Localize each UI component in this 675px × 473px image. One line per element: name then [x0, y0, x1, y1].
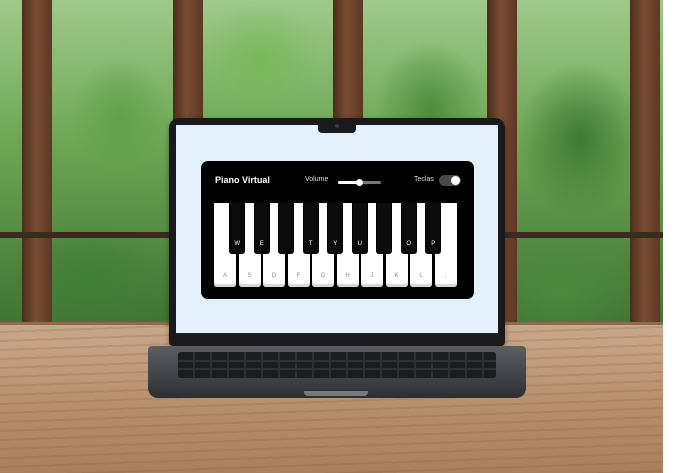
- black-key-label: W: [234, 241, 241, 247]
- volume-slider[interactable]: [338, 179, 381, 186]
- window-post: [630, 0, 660, 330]
- black-key-label: Y: [333, 241, 338, 247]
- window-post: [22, 0, 52, 330]
- black-key-label: E: [259, 241, 264, 247]
- keys-toggle[interactable]: [439, 175, 461, 186]
- black-key-label: T: [308, 241, 313, 247]
- black-key[interactable]: U: [352, 203, 367, 253]
- toggle-knob: [451, 176, 460, 185]
- white-key-label: D: [271, 273, 277, 279]
- black-key-label: O: [406, 241, 412, 247]
- black-key[interactable]: T: [303, 203, 318, 253]
- black-key-label: U: [357, 241, 362, 247]
- laptop-keyboard: [178, 352, 496, 378]
- white-key-label: J: [370, 273, 374, 279]
- keys-label: Teclas: [414, 176, 434, 183]
- white-key-label: L: [419, 273, 423, 279]
- black-key[interactable]: P: [426, 203, 441, 253]
- right-margin: [663, 0, 675, 473]
- laptop-lip: [304, 391, 368, 396]
- white-key-label: K: [394, 273, 399, 279]
- black-key[interactable]: O: [401, 203, 416, 253]
- white-key-label: H: [345, 273, 350, 279]
- camera-icon: [335, 124, 339, 128]
- black-key[interactable]: [279, 203, 294, 253]
- piano-app: Piano Virtual Volume Teclas A S D F G H J K L; W E…: [201, 161, 474, 299]
- black-key[interactable]: W: [230, 203, 245, 253]
- white-key-label: S: [247, 273, 252, 279]
- app-title: Piano Virtual: [215, 175, 270, 185]
- white-key-label: G: [320, 273, 326, 279]
- black-key[interactable]: [377, 203, 392, 253]
- white-key-label: ;: [444, 273, 447, 279]
- black-key[interactable]: Y: [328, 203, 343, 253]
- white-key-label: A: [222, 273, 227, 279]
- white-key-label: F: [296, 273, 301, 279]
- black-key-label: P: [431, 241, 436, 247]
- piano-keyboard: A S D F G H J K L; W E T Y U O P: [214, 203, 457, 287]
- volume-thumb[interactable]: [356, 179, 363, 186]
- volume-label: Volume: [305, 176, 329, 183]
- black-key[interactable]: E: [254, 203, 269, 253]
